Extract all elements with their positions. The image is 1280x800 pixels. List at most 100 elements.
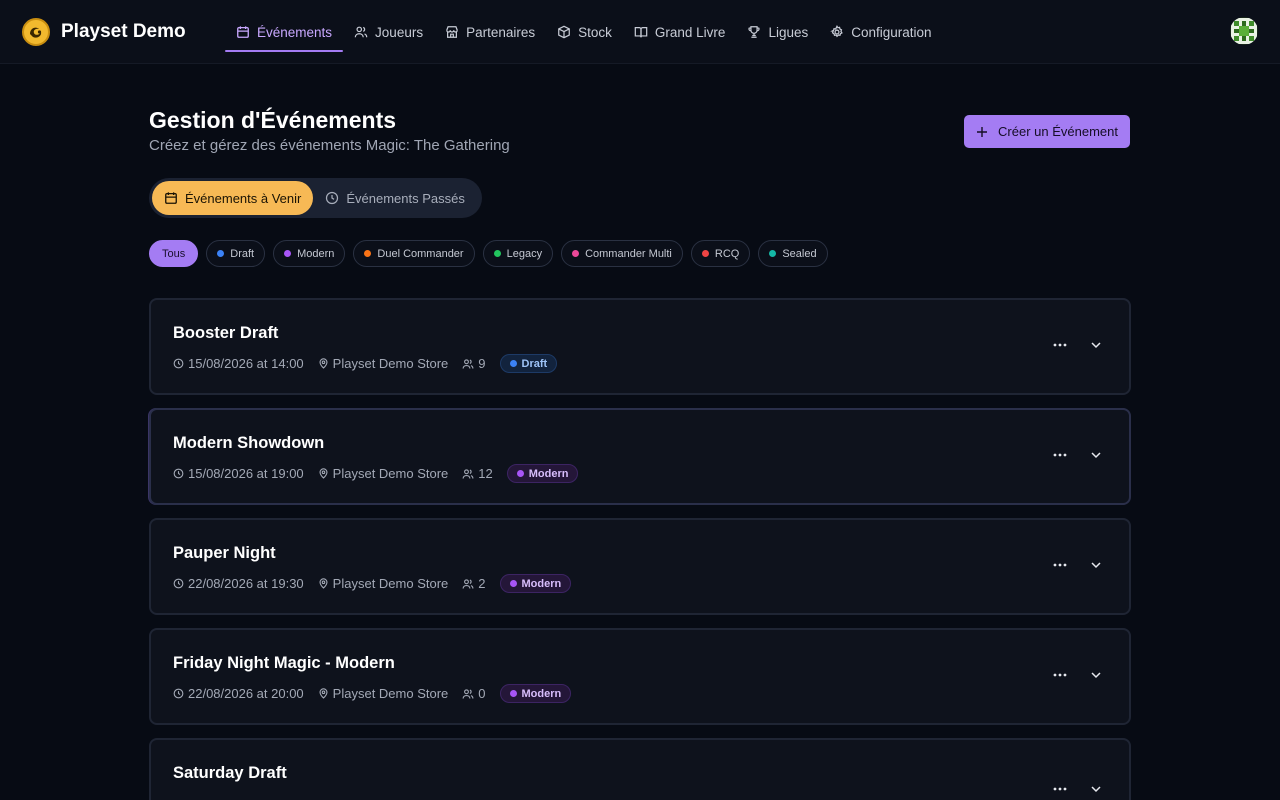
map-pin-icon (319, 358, 328, 369)
tab-label: Événements à Venir (185, 190, 302, 206)
nav-ligues[interactable]: Ligues (736, 0, 819, 64)
event-card[interactable]: Modern Showdown 15/08/2026 at 19:00 Play… (149, 408, 1131, 505)
users-icon (354, 26, 368, 38)
nav-label: Événements (257, 24, 333, 40)
trophy-icon (748, 26, 761, 38)
calendar-icon (165, 192, 177, 204)
filter-label: Sealed (782, 247, 817, 260)
event-datetime: 15/08/2026 at 19:00 (188, 466, 304, 481)
more-options-icon[interactable] (1053, 668, 1067, 682)
chevron-down-icon[interactable] (1089, 668, 1103, 682)
nav-label: Ligues (768, 24, 809, 40)
nav-evenements[interactable]: Événements (225, 0, 344, 64)
chevron-down-icon[interactable] (1089, 558, 1103, 572)
card-actions (1053, 338, 1103, 352)
dot-icon (769, 250, 777, 257)
more-options-icon[interactable] (1053, 448, 1067, 462)
filter-draft[interactable]: Draft (206, 240, 266, 267)
nav-configuration[interactable]: Configuration (819, 0, 942, 64)
clock-icon (173, 578, 184, 589)
nav-joueurs[interactable]: Joueurs (343, 0, 434, 64)
users-icon (462, 688, 474, 699)
filter-tous[interactable]: Tous (149, 240, 199, 267)
clock-icon (173, 358, 184, 369)
plus-icon (977, 126, 988, 137)
filter-duel-commander[interactable]: Duel Commander (353, 240, 475, 267)
format-label: Modern (521, 687, 562, 700)
card-actions (1053, 448, 1103, 462)
nav-label: Configuration (851, 24, 932, 40)
nav-partenaires[interactable]: Partenaires (434, 0, 546, 64)
dot-icon (572, 250, 580, 257)
create-event-label: Créer un Événement (998, 124, 1118, 139)
event-meta: 22/08/2026 at 20:00 Playset Demo Store 0… (173, 684, 572, 703)
event-title: Booster Draft (173, 324, 279, 342)
filter-rcq[interactable]: RCQ (690, 240, 751, 267)
store-icon (446, 26, 458, 38)
filter-label: Tous (162, 247, 186, 260)
dot-icon (509, 690, 517, 697)
filter-commander-multi[interactable]: Commander Multi (561, 240, 683, 267)
dot-icon (509, 360, 517, 367)
clock-icon (173, 688, 184, 699)
format-label: Modern (528, 467, 569, 480)
event-tabs: Événements à Venir Événements Passés (149, 178, 482, 218)
tab-label: Événements Passés (346, 190, 465, 206)
event-meta: 15/08/2026 at 14:00 Playset Demo Store 9… (173, 354, 558, 373)
map-pin-icon (319, 688, 328, 699)
card-actions (1053, 558, 1103, 572)
clock-icon (326, 191, 339, 205)
event-location: Playset Demo Store (332, 686, 449, 701)
main-nav: Événements Joueurs Partenaires Stock Gra… (225, 0, 943, 64)
event-datetime: 22/08/2026 at 19:30 (188, 576, 304, 591)
dot-icon (364, 250, 372, 257)
dot-icon (516, 470, 524, 477)
chevron-down-icon[interactable] (1089, 782, 1103, 796)
event-players: 0 (478, 686, 486, 701)
event-card[interactable]: Pauper Night 22/08/2026 at 19:30 Playset… (149, 518, 1131, 615)
dot-icon (701, 250, 709, 257)
event-card[interactable]: Friday Night Magic - Modern 22/08/2026 a… (149, 628, 1131, 725)
clock-icon (173, 468, 184, 479)
filter-label: Duel Commander (377, 247, 464, 260)
filter-label: RCQ (714, 247, 740, 260)
nav-stock[interactable]: Stock (546, 0, 623, 64)
chevron-down-icon[interactable] (1089, 338, 1103, 352)
more-options-icon[interactable] (1053, 338, 1067, 352)
avatar-icon (1231, 18, 1257, 44)
nav-label: Stock (578, 24, 612, 40)
tab-past-events[interactable]: Événements Passés (313, 181, 477, 215)
event-location: Playset Demo Store (332, 576, 449, 591)
dot-icon (217, 250, 225, 257)
brand[interactable]: Playset Demo (22, 18, 186, 46)
filter-label: Modern (297, 247, 335, 260)
event-title: Friday Night Magic - Modern (173, 654, 395, 672)
event-card[interactable]: Saturday Draft (149, 738, 1131, 800)
tab-upcoming-events[interactable]: Événements à Venir (152, 181, 314, 215)
filter-legacy[interactable]: Legacy (482, 240, 554, 267)
users-icon (462, 468, 474, 479)
top-navbar: Playset Demo Événements Joueurs Partenai… (0, 0, 1280, 64)
create-event-button[interactable]: Créer un Événement (964, 115, 1130, 148)
user-avatar[interactable] (1230, 17, 1258, 45)
gear-icon (830, 25, 844, 38)
event-location: Playset Demo Store (332, 466, 449, 481)
dot-icon (284, 250, 292, 257)
filter-sealed[interactable]: Sealed (758, 240, 828, 267)
calendar-icon (237, 26, 249, 38)
card-actions (1053, 668, 1103, 682)
format-filters: Tous Draft Modern Duel Commander Legacy … (149, 240, 828, 267)
page-title: Gestion d'Événements (149, 107, 397, 133)
more-options-icon[interactable] (1053, 558, 1067, 572)
filter-modern[interactable]: Modern (273, 240, 346, 267)
map-pin-icon (319, 578, 328, 589)
map-pin-icon (319, 468, 328, 479)
format-label: Draft (521, 357, 548, 370)
more-options-icon[interactable] (1053, 782, 1067, 796)
chevron-down-icon[interactable] (1089, 448, 1103, 462)
brand-name: Playset Demo (61, 21, 186, 42)
event-players: 9 (478, 356, 486, 371)
event-players: 12 (478, 466, 493, 481)
nav-grand-livre[interactable]: Grand Livre (623, 0, 737, 64)
event-card[interactable]: Booster Draft 15/08/2026 at 14:00 Playse… (149, 298, 1131, 395)
